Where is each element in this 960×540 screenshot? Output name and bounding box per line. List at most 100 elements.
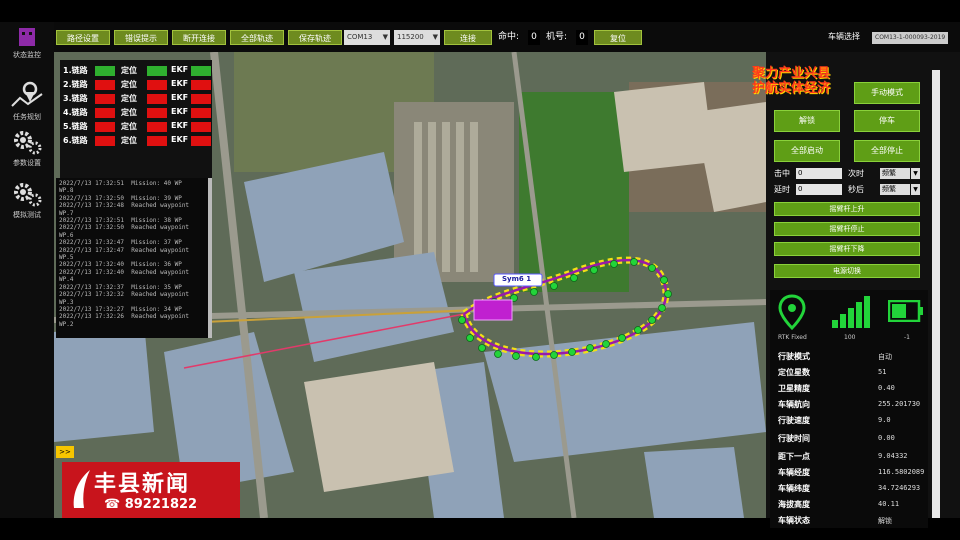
info-key: 卫星精度 xyxy=(778,384,810,393)
disconnect-button[interactable]: 断开连接 xyxy=(172,30,226,45)
rail-item-status[interactable]: 状态监控 xyxy=(0,26,54,60)
save-track-button[interactable]: 保存轨迹 xyxy=(288,30,342,45)
left-nav-rail: 状态监控 任务规划 参数设置 模拟测试 xyxy=(0,22,54,518)
position-label: 定位 xyxy=(121,94,137,103)
link-led xyxy=(95,108,115,118)
path-settings-button[interactable]: 路径设置 xyxy=(56,30,110,45)
log-line: WP.3 xyxy=(59,298,74,306)
info-row: 行驶时间 0.00 xyxy=(778,430,926,446)
stop-button[interactable]: 停车 xyxy=(854,110,920,132)
rail-item-label: 参数设置 xyxy=(13,159,41,167)
info-value: 自动 xyxy=(878,353,892,361)
ekf-led xyxy=(191,122,211,132)
slogan-overlay: 聚力产业兴县 护航实体经济 xyxy=(752,66,830,96)
rail-item-label: 任务规划 xyxy=(13,113,41,121)
reset-button[interactable]: 复位 xyxy=(594,30,642,45)
info-key: 距下一点 xyxy=(778,452,810,461)
location-pin-icon xyxy=(778,294,806,330)
delay-input[interactable]: 0 xyxy=(796,184,842,195)
status-row: 5.链路 定位 EKF xyxy=(63,120,211,134)
log-line: 2022/7/13 17:32:40 Mission: 36 WP xyxy=(59,261,182,269)
vehicle-tag[interactable]: Sym6 1 xyxy=(502,275,531,283)
port-select[interactable]: COM13 ▼ xyxy=(344,30,390,45)
connect-button[interactable]: 连接 xyxy=(444,30,492,45)
info-value: 255.201730 xyxy=(878,400,921,408)
info-row: 海拔高度 40.11 xyxy=(778,496,926,512)
all-tracks-button[interactable]: 全部轨迹 xyxy=(230,30,284,45)
panel-scrollbar[interactable] xyxy=(932,70,940,518)
frequency-select-value: 频繁 xyxy=(882,169,896,177)
ekf-label: EKF xyxy=(171,121,189,130)
stop-all-button[interactable]: 全部停止 xyxy=(854,140,920,162)
robot-icon xyxy=(19,28,35,46)
link-label: 2.链路 xyxy=(63,80,88,89)
info-value: 解锁 xyxy=(878,517,892,525)
info-value: 116.5802089 xyxy=(878,468,925,476)
ekf-label: EKF xyxy=(171,107,189,116)
rail-item-simulation[interactable]: 模拟测试 xyxy=(0,180,54,220)
chevron-down-icon: ▼ xyxy=(911,184,920,195)
news-phone: ☎ 89221822 xyxy=(104,497,198,512)
frequency-select[interactable]: 频繁 ▼ xyxy=(880,168,920,179)
info-row: 车辆航向 255.201730 xyxy=(778,396,926,412)
gear-icon xyxy=(14,131,42,155)
info-value: 0.00 xyxy=(878,434,895,442)
hit-value: 0 xyxy=(528,30,540,45)
info-row: 行驶速度 9.0 xyxy=(778,412,926,428)
rail-item-settings[interactable]: 参数设置 xyxy=(0,128,54,168)
delay-mode-select[interactable]: 频繁 ▼ xyxy=(880,184,920,195)
log-line: WP.2 xyxy=(59,320,74,328)
ekf-led xyxy=(191,80,211,90)
manual-mode-button[interactable]: 手动模式 xyxy=(854,82,920,104)
status-row: 3.链路 定位 EKF xyxy=(63,92,211,106)
position-led xyxy=(147,136,167,146)
start-all-button[interactable]: 全部启动 xyxy=(774,140,840,162)
info-value: 9.04332 xyxy=(878,452,908,460)
link-led xyxy=(95,94,115,104)
news-logo-icon xyxy=(73,470,90,508)
position-led xyxy=(147,108,167,118)
log-line: 2022/7/13 17:32:47 Reached waypoint xyxy=(59,246,190,254)
position-led xyxy=(147,94,167,104)
mission-log[interactable]: 2022/7/13 17:32:51 Mission: 40 WP WP.8 2… xyxy=(56,178,212,338)
info-key: 行驶时间 xyxy=(778,434,810,443)
info-key: 行驶模式 xyxy=(778,352,810,361)
info-row: 卫星精度 0.40 xyxy=(778,380,926,396)
rtk-status: RTK Fixed xyxy=(778,334,807,341)
hit-count-input[interactable]: 0 xyxy=(796,168,842,179)
seconds-after-label: 秒后 xyxy=(848,185,864,194)
info-row: 行驶模式 自动 xyxy=(778,348,926,364)
info-key: 车辆状态 xyxy=(778,516,810,525)
power-switch-button[interactable]: 电源切换 xyxy=(774,264,920,278)
rail-item-label: 状态监控 xyxy=(13,51,41,59)
log-line: 2022/7/13 17:32:51 Mission: 40 WP xyxy=(59,180,182,187)
unlock-button[interactable]: 解锁 xyxy=(774,110,840,132)
info-key: 定位星数 xyxy=(778,368,810,377)
link-led xyxy=(95,80,115,90)
gear-icon xyxy=(14,183,42,207)
app-window: 状态监控 任务规划 参数设置 模拟测试 路径设置 错误提示 断开连接 全部轨迹 … xyxy=(0,22,960,528)
position-label: 定位 xyxy=(121,80,137,89)
info-key: 行驶速度 xyxy=(778,416,810,425)
arm-stop-button[interactable]: 摇臂杆停止 xyxy=(774,222,920,236)
arm-lower-button[interactable]: 摇臂杆下降 xyxy=(774,242,920,256)
error-prompt-button[interactable]: 错误提示 xyxy=(114,30,168,45)
info-value: 40.11 xyxy=(878,500,900,508)
link-led xyxy=(95,136,115,146)
status-row: 2.链路 定位 EKF xyxy=(63,78,211,92)
position-label: 定位 xyxy=(121,108,137,117)
baud-select-value: 115200 xyxy=(397,33,424,41)
log-line: 2022/7/13 17:32:27 Mission: 34 WP xyxy=(59,305,182,313)
rail-item-mission[interactable]: 任务规划 xyxy=(0,80,54,122)
vehicle-select[interactable]: COM13-1-000093-2019 xyxy=(872,32,948,44)
ekf-label: EKF xyxy=(171,135,189,144)
slogan-line: 聚力产业兴县 xyxy=(752,66,831,81)
vehicle-info-panel: RTK Fixed 100 -1 行驶模式 自动 定位星数 51 卫星精度 0.40 … xyxy=(770,290,928,528)
info-row: 车辆经度 116.5802089 xyxy=(778,464,926,480)
link-label: 5.链路 xyxy=(63,122,88,131)
chevron-down-icon: ▼ xyxy=(911,168,920,179)
link-label: 4.链路 xyxy=(63,108,88,117)
link-status-panel: 1.链路 定位 EKF 2.链路 定位 EKF 3.链路 定位 EKF 4.链路 xyxy=(60,60,212,180)
baud-select[interactable]: 115200 ▼ xyxy=(394,30,440,45)
arm-raise-button[interactable]: 摇臂杆上升 xyxy=(774,202,920,216)
